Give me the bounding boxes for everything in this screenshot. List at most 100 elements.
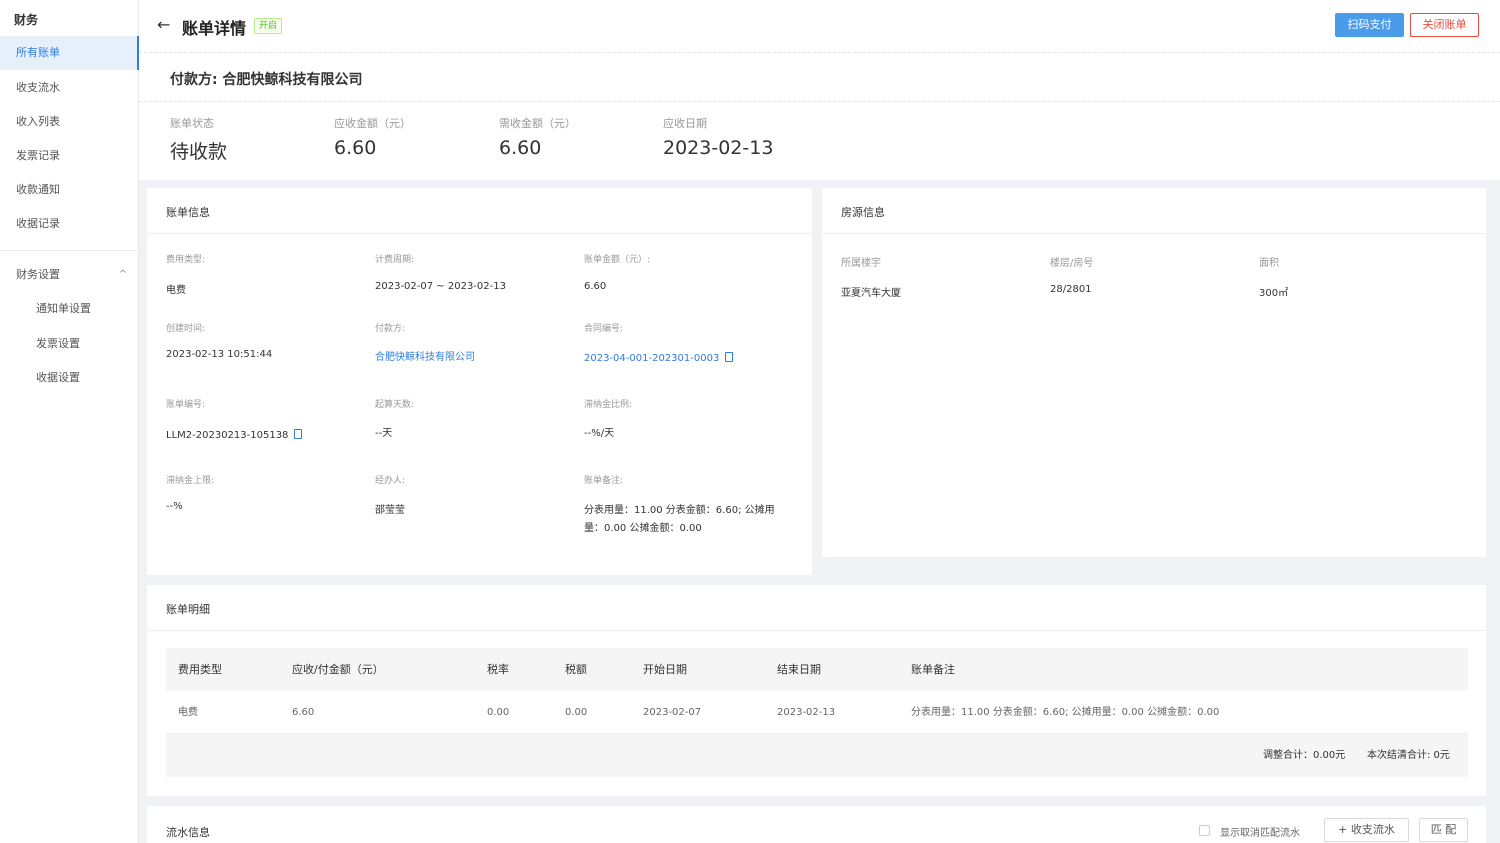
adjust-total: 调整合计：0.00元	[1263, 750, 1346, 761]
column-header: 应收/付金额（元）	[292, 663, 384, 676]
sidebar-group-finance-settings[interactable]: 财务设置 ^	[0, 258, 139, 292]
field-label-area: 面积	[1259, 258, 1279, 269]
summary-label-status: 账单状态	[170, 117, 214, 130]
field-label-created: 创建时间:	[166, 324, 206, 334]
field-bill-no: LLM2-20230213-105138	[166, 429, 303, 441]
sidebar-title: 财务	[14, 13, 39, 27]
table-cell: 2023-02-07	[643, 707, 702, 718]
field-label-floor-room: 楼层/房号	[1050, 258, 1094, 269]
sidebar: 财务 所有账单 收支流水 收入列表 发票记录 收款通知 收据记录 财务设置 ^ …	[0, 0, 139, 843]
sidebar-item-notice-settings[interactable]: 通知单设置	[0, 292, 139, 326]
column-header: 税额	[565, 663, 587, 676]
card-title: 账单信息	[166, 206, 210, 219]
summary-value-status: 待收款	[170, 141, 228, 163]
field-label-payer: 付款方:	[375, 324, 406, 334]
field-value-bill-no: LLM2-20230213-105138	[166, 430, 289, 441]
show-cancelled-checkbox[interactable]	[1199, 825, 1210, 836]
field-value-remark-line1: 分表用量：11.00 分表金额：6.60; 公摊用	[584, 505, 775, 516]
add-flow-button[interactable]: + 收支流水	[1324, 818, 1409, 842]
divider	[139, 101, 1500, 102]
column-header: 账单备注	[911, 663, 955, 676]
card-header: 房源信息	[822, 188, 1486, 234]
close-bill-button[interactable]: 关闭账单	[1410, 13, 1479, 37]
field-label-remark: 账单备注:	[584, 476, 624, 486]
match-button[interactable]: 匹 配	[1419, 818, 1468, 842]
summary-value-due: 6.60	[499, 137, 542, 159]
sidebar-item-receipts[interactable]: 收据记录	[0, 207, 139, 241]
summary-value-receivable: 6.60	[334, 137, 377, 159]
field-value-fee-type: 电费	[166, 285, 186, 296]
sidebar-item-invoices[interactable]: 发票记录	[0, 139, 139, 173]
field-value-start-days: --天	[375, 428, 393, 439]
sidebar-item-all-bills[interactable]: 所有账单	[0, 36, 139, 70]
table-cell: 分表用量：11.00 分表金额：6.60; 公摊用量：0.00 公摊金额：0.0…	[911, 707, 1220, 718]
field-label-handler: 经办人:	[375, 476, 406, 486]
field-value-area: 300㎡	[1259, 288, 1289, 299]
scan-pay-button[interactable]: 扫码支付	[1335, 13, 1404, 37]
table-header-row: 费用类型 应收/付金额（元） 税率 税额 开始日期 结束日期 账单备注	[166, 648, 1468, 691]
field-label-period: 计费周期:	[375, 255, 415, 265]
field-value-floor-room: 28/2801	[1050, 284, 1092, 295]
main-content: ← 账单详情 开启 扫码支付 关闭账单 付款方: 合肥快鲸科技有限公司 账单状态…	[139, 0, 1500, 843]
table-cell: 6.60	[292, 707, 315, 718]
field-label-amount: 账单金额（元）:	[584, 255, 651, 265]
field-label-start-days: 起算天数:	[375, 400, 415, 410]
page-title: 账单详情	[182, 19, 247, 38]
table-summary-row: 调整合计：0.00元 本次结清合计: 0元	[166, 734, 1468, 777]
table-cell: 0.00	[487, 707, 510, 718]
property-info-card: 房源信息 所属楼宇 亚夏汽车大厦 楼层/房号 28/2801 面积 300㎡	[822, 188, 1486, 557]
sidebar-item-flows[interactable]: 收支流水	[0, 71, 139, 105]
sidebar-group-label: 财务设置	[16, 268, 60, 281]
settle-total: 本次结清合计: 0元	[1367, 750, 1450, 761]
chevron-up-icon: ^	[118, 269, 127, 280]
field-label-bill-no: 账单编号:	[166, 400, 206, 410]
summary-value-due-date: 2023-02-13	[663, 137, 774, 159]
copy-icon[interactable]	[294, 429, 303, 439]
summary-label-due-date: 应收日期	[663, 117, 707, 130]
payer-link[interactable]: 合肥快鲸科技有限公司	[375, 348, 475, 363]
back-arrow-icon[interactable]: ←	[157, 15, 170, 34]
flow-info-card: 流水信息 显示取消匹配流水 + 收支流水 匹 配	[147, 806, 1486, 843]
column-header: 结束日期	[777, 663, 821, 676]
bill-info-card: 账单信息 费用类型: 电费 计费周期: 2023-02-07 ~ 2023-02…	[147, 188, 812, 575]
sidebar-item-receipt-settings[interactable]: 收据设置	[0, 361, 139, 395]
column-header: 税率	[487, 663, 509, 676]
field-value-late-cap: --%	[166, 501, 183, 512]
sidebar-item-invoice-settings[interactable]: 发票设置	[0, 327, 139, 361]
divider	[139, 52, 1500, 53]
show-cancelled-label[interactable]: 显示取消匹配流水	[1220, 824, 1300, 839]
field-label-late-ratio: 滞纳金比例:	[584, 400, 633, 410]
contract-link[interactable]: 2023-04-001-202301-0003	[584, 353, 719, 364]
card-title: 流水信息	[166, 826, 210, 839]
bill-detail-card: 账单明细 费用类型 应收/付金额（元） 税率 税额 开始日期 结束日期 账单备注…	[147, 585, 1486, 796]
card-header: 账单信息	[147, 188, 812, 234]
bill-header: ← 账单详情 开启 扫码支付 关闭账单 付款方: 合肥快鲸科技有限公司 账单状态…	[139, 0, 1500, 180]
field-value-period: 2023-02-07 ~ 2023-02-13	[375, 281, 506, 292]
table-cell: 电费	[178, 707, 198, 718]
table-cell: 0.00	[565, 707, 588, 718]
payer-title: 付款方: 合肥快鲸科技有限公司	[170, 72, 363, 88]
field-value-created: 2023-02-13 10:51:44	[166, 349, 273, 360]
field-contract: 2023-04-001-202301-0003	[584, 352, 734, 364]
field-label-fee-type: 费用类型:	[166, 255, 206, 265]
sidebar-divider	[0, 250, 139, 251]
card-title: 房源信息	[841, 206, 885, 219]
field-label-late-cap: 滞纳金上限:	[166, 476, 215, 486]
column-header: 费用类型	[178, 663, 222, 676]
copy-icon[interactable]	[725, 352, 734, 362]
sidebar-item-notices[interactable]: 收款通知	[0, 173, 139, 207]
field-label-building: 所属楼宇	[841, 258, 881, 269]
summary-label-receivable: 应收金额（元）	[334, 117, 411, 130]
field-value-remark-line2: 量：0.00 公摊金额：0.00	[584, 523, 702, 534]
field-value-amount: 6.60	[584, 281, 607, 292]
card-header: 账单明细	[147, 585, 1486, 631]
status-badge: 开启	[254, 18, 283, 34]
field-value-building: 亚夏汽车大厦	[841, 288, 901, 299]
table-cell: 2023-02-13	[777, 707, 836, 718]
field-value-handler: 邵莹莹	[375, 505, 405, 516]
sidebar-item-income[interactable]: 收入列表	[0, 105, 139, 139]
field-value-late-ratio: --%/天	[584, 428, 615, 439]
summary-label-due: 需收金额（元）	[499, 117, 576, 130]
table-row: 电费 6.60 0.00 0.00 2023-02-07 2023-02-13 …	[166, 691, 1468, 734]
column-header: 开始日期	[643, 663, 687, 676]
